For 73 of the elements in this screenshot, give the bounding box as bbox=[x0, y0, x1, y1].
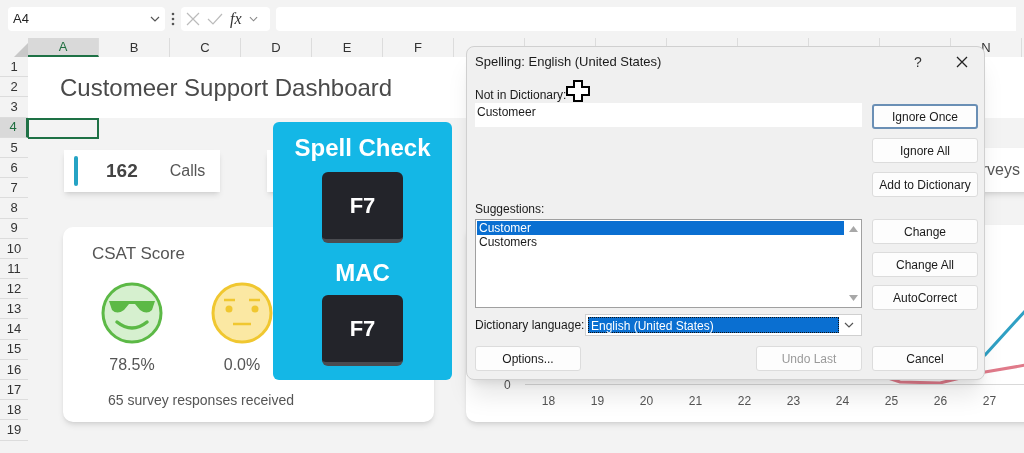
axis-tick-label: 26 bbox=[932, 393, 949, 410]
row-header[interactable]: 17 bbox=[0, 380, 28, 401]
score-percent: 0.0% bbox=[223, 355, 261, 375]
axis-tick-label: 0 bbox=[504, 377, 511, 394]
selected-cell[interactable] bbox=[28, 118, 99, 139]
dashboard-title: Customeer Support Dashboard bbox=[60, 72, 393, 103]
row-header[interactable]: 4 bbox=[0, 117, 28, 138]
help-button[interactable]: ? bbox=[908, 51, 928, 73]
panel-subtitle: MAC bbox=[335, 258, 390, 288]
field-label: Dictionary language: bbox=[475, 317, 585, 334]
axis-tick-label: 27 bbox=[981, 393, 998, 410]
dialog-button[interactable]: Ignore Once bbox=[872, 104, 978, 129]
axis-tick-label: 25 bbox=[883, 393, 900, 410]
calls-count: 162 bbox=[106, 158, 138, 183]
dialog-button[interactable]: Options... bbox=[475, 346, 581, 371]
select-all-icon[interactable] bbox=[14, 43, 28, 57]
row-header[interactable]: 19 bbox=[0, 420, 28, 441]
row-header[interactable]: 18 bbox=[0, 400, 28, 421]
language-select[interactable]: English (United States) bbox=[585, 314, 862, 336]
accent-bar bbox=[74, 156, 78, 186]
dialog-button[interactable]: Add to Dictionary bbox=[872, 172, 978, 197]
more-options-icon[interactable] bbox=[171, 12, 175, 26]
column-header[interactable]: A bbox=[28, 38, 99, 57]
field-label: Not in Dictionary: bbox=[475, 87, 567, 103]
chevron-down-icon bbox=[844, 322, 854, 328]
axis-tick-label: 21 bbox=[687, 393, 704, 410]
suggestion-item[interactable]: Customer bbox=[477, 221, 844, 235]
scroll-up-icon[interactable] bbox=[848, 226, 858, 232]
not-in-dictionary-field[interactable]: Customeer bbox=[475, 103, 862, 127]
csat-title: CSAT Score bbox=[92, 243, 185, 265]
survey-count: 65 survey responses received bbox=[108, 391, 294, 410]
row-header[interactable]: 7 bbox=[0, 178, 28, 199]
cancel-icon[interactable] bbox=[186, 12, 200, 26]
dialog-button[interactable]: Change All bbox=[872, 252, 978, 277]
calls-label: Calls bbox=[169, 161, 206, 181]
row-header[interactable]: 10 bbox=[0, 238, 28, 259]
axis-tick-label: 22 bbox=[736, 393, 753, 410]
row-header[interactable]: 11 bbox=[0, 258, 28, 280]
row-header[interactable]: 15 bbox=[0, 339, 28, 360]
neutral-face-icon bbox=[209, 282, 275, 344]
axis-tick-label: 18 bbox=[540, 393, 557, 410]
dialog-button[interactable]: Change bbox=[872, 219, 978, 244]
field-label: Suggestions: bbox=[475, 201, 546, 217]
suggestions-list[interactable]: Customer Customers bbox=[475, 219, 862, 308]
row-header[interactable]: 8 bbox=[0, 198, 28, 219]
suggestion-item[interactable]: Customers bbox=[477, 235, 844, 249]
chevron-down-icon bbox=[248, 16, 258, 22]
row-header[interactable]: 6 bbox=[0, 157, 28, 179]
keyboard-key: F7 bbox=[322, 295, 403, 366]
score-percent: 78.5% bbox=[109, 355, 155, 375]
move-cursor-icon bbox=[566, 80, 590, 102]
panel-title: Spell Check bbox=[294, 133, 431, 163]
dialog-button[interactable]: AutoCorrect bbox=[872, 285, 978, 310]
row-header[interactable]: 9 bbox=[0, 218, 28, 239]
chevron-down-icon bbox=[150, 16, 160, 22]
keyboard-key: F7 bbox=[322, 172, 403, 243]
insert-function-button[interactable]: fx bbox=[230, 7, 242, 31]
name-box[interactable]: A4 bbox=[8, 7, 165, 31]
dialog-button[interactable]: Ignore All bbox=[872, 138, 978, 163]
row-header[interactable]: 13 bbox=[0, 299, 28, 320]
close-icon[interactable] bbox=[956, 56, 968, 68]
dialog-button[interactable]: Cancel bbox=[872, 346, 978, 371]
scroll-down-icon[interactable] bbox=[848, 295, 858, 301]
check-icon[interactable] bbox=[207, 13, 223, 25]
row-header[interactable]: 16 bbox=[0, 359, 28, 380]
row-header[interactable]: 14 bbox=[0, 319, 28, 340]
axis-tick-label: 20 bbox=[638, 393, 655, 410]
row-header[interactable]: 12 bbox=[0, 279, 28, 300]
row-header[interactable]: 5 bbox=[0, 137, 28, 158]
dialog-title: Spelling: English (United States) bbox=[475, 53, 663, 72]
axis-tick-label: 23 bbox=[785, 393, 802, 410]
axis-tick-label: 19 bbox=[589, 393, 606, 410]
axis-tick-label: 24 bbox=[834, 393, 851, 410]
